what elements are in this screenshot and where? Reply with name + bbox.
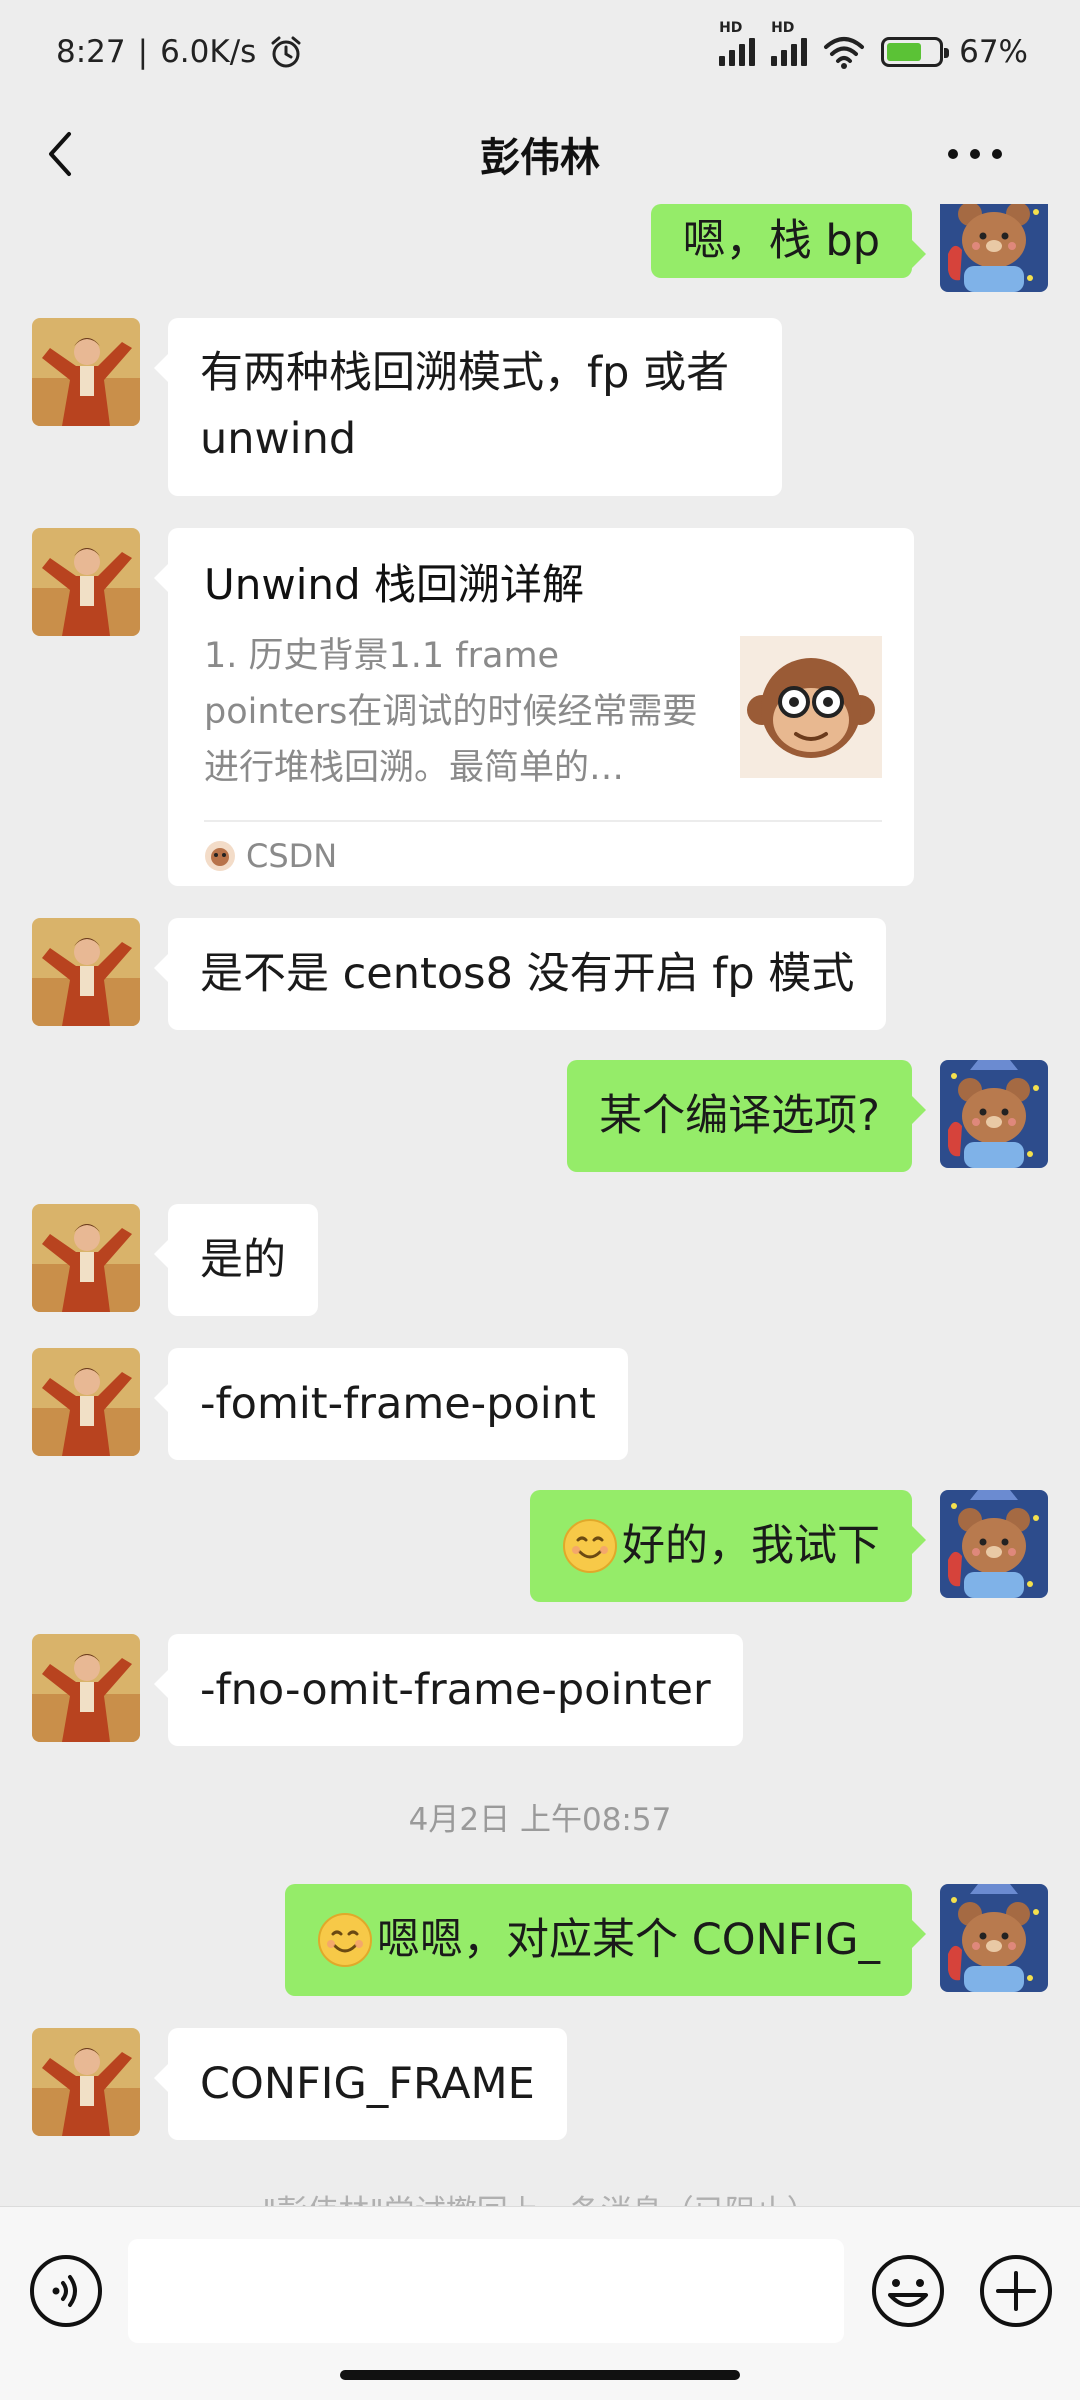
home-indicator[interactable] (340, 2370, 740, 2380)
csdn-logo-icon (205, 841, 235, 871)
contact-avatar[interactable] (32, 2028, 140, 2136)
avatar-image (940, 1490, 1048, 1598)
avatar-image (32, 918, 140, 1026)
status-net-speed: 6.0K/s (160, 34, 257, 70)
signal-hd-label: HD (719, 20, 743, 36)
message-text: 嗯，栈 bp (682, 216, 880, 266)
avatar-image (32, 1204, 140, 1312)
more-functions-button[interactable] (978, 2253, 1054, 2329)
avatar-image (940, 204, 1048, 292)
signal-hd-label: HD (771, 20, 795, 36)
message-bubble[interactable]: -fomit-frame-point (154, 1348, 628, 1460)
status-right: HD HD 67% (719, 20, 1028, 70)
my-avatar[interactable] (940, 1884, 1048, 1992)
chat-message-list[interactable]: 嗯，栈 bp 有两种栈回溯模式，fp 或者 unwind Unwind 栈回溯详… (0, 204, 1080, 2206)
emoji-smiley-icon (872, 2255, 944, 2327)
alarm-icon (271, 36, 301, 68)
message-text: 好的，我试下 (622, 1521, 880, 1571)
avatar-image (32, 318, 140, 426)
more-button[interactable] (940, 124, 1010, 184)
signal-icon: HD (719, 20, 756, 66)
message-text: 嗯嗯，对应某个 CONFIG_ (377, 1915, 880, 1965)
chat-header: 彭伟林 (0, 104, 1080, 204)
smile-emoji-icon (317, 1912, 373, 1968)
voice-icon (30, 2255, 102, 2327)
link-card-divider (204, 820, 882, 822)
my-avatar[interactable] (940, 1490, 1048, 1598)
link-card-source: CSDN (204, 828, 337, 884)
message-bubble[interactable]: -fno-omit-frame-pointer (154, 1634, 743, 1746)
emoji-button[interactable] (870, 2253, 946, 2329)
message-bubble[interactable]: 是的 (154, 1204, 318, 1316)
message-text: CONFIG_FRAME (200, 2059, 535, 2109)
avatar-image (32, 2028, 140, 2136)
battery-percent: 67% (959, 34, 1028, 70)
link-card-description: 1. 历史背景1.1 frame pointers在调试的时候经常需要进行堆栈回… (204, 636, 698, 788)
status-bar: 8:27 | 6.0K/s HD HD 67% (0, 0, 1080, 104)
message-bubble[interactable]: 嗯，栈 bp (650, 204, 927, 278)
wifi-icon (824, 37, 865, 69)
message-bubble[interactable]: 有两种栈回溯模式，fp 或者 unwind (154, 318, 782, 496)
link-card-title: Unwind 栈回溯详解 (204, 560, 585, 609)
avatar-image (940, 1884, 1048, 1992)
message-text: -fomit-frame-point (200, 1379, 596, 1429)
contact-avatar[interactable] (32, 918, 140, 1026)
message-text: 某个编译选项? (599, 1091, 880, 1141)
message-bubble[interactable]: 好的，我试下 (530, 1490, 926, 1602)
message-bubble[interactable]: 嗯嗯，对应某个 CONFIG_ (285, 1884, 926, 1996)
my-avatar[interactable] (940, 1060, 1048, 1168)
plus-icon (980, 2255, 1052, 2327)
message-bubble[interactable]: 某个编译选项? (567, 1060, 926, 1172)
battery-icon (881, 37, 950, 67)
contact-avatar[interactable] (32, 1348, 140, 1456)
message-text: 是的 (200, 1235, 286, 1285)
link-card-source-name: CSDN (246, 837, 338, 875)
message-bubble[interactable]: 是不是 centos8 没有开启 fp 模式 (153, 918, 887, 1030)
status-time: 8:27 (56, 34, 126, 70)
message-bubble[interactable]: CONFIG_FRAME (154, 2028, 567, 2140)
signal-icon: HD (771, 20, 808, 66)
message-text: -fno-omit-frame-pointer (200, 1665, 711, 1715)
avatar-image (32, 528, 140, 636)
message-text: 有两种栈回溯模式，fp 或者 unwind (200, 348, 730, 464)
status-left: 8:27 | 6.0K/s (56, 34, 304, 70)
system-recall-note: "彭伟林"尝试撤回上一条消息（已阻止） (0, 2186, 1080, 2206)
contact-avatar[interactable] (32, 528, 140, 636)
chevron-left-icon (49, 132, 71, 176)
chat-title: 彭伟林 (480, 135, 600, 181)
chat-timestamp: 4月2日 上午08:57 (408, 1802, 672, 1838)
avatar-image (32, 1634, 140, 1742)
status-separator: | (137, 34, 149, 70)
link-card[interactable]: Unwind 栈回溯详解 1. 历史背景1.1 frame pointers在调… (154, 528, 914, 886)
back-button[interactable] (30, 124, 90, 184)
smile-emoji-icon (562, 1518, 618, 1574)
message-text: 是不是 centos8 没有开启 fp 模式 (200, 949, 855, 999)
contact-avatar[interactable] (32, 318, 140, 426)
more-dots-icon (948, 149, 1002, 159)
contact-avatar[interactable] (32, 1634, 140, 1742)
voice-button[interactable] (28, 2253, 104, 2329)
contact-avatar[interactable] (32, 1204, 140, 1312)
avatar-image (32, 1348, 140, 1456)
my-avatar[interactable] (940, 204, 1048, 292)
message-input[interactable] (128, 2239, 844, 2343)
battery-fill (887, 43, 921, 61)
link-card-thumbnail (740, 636, 882, 778)
avatar-image (940, 1060, 1048, 1168)
